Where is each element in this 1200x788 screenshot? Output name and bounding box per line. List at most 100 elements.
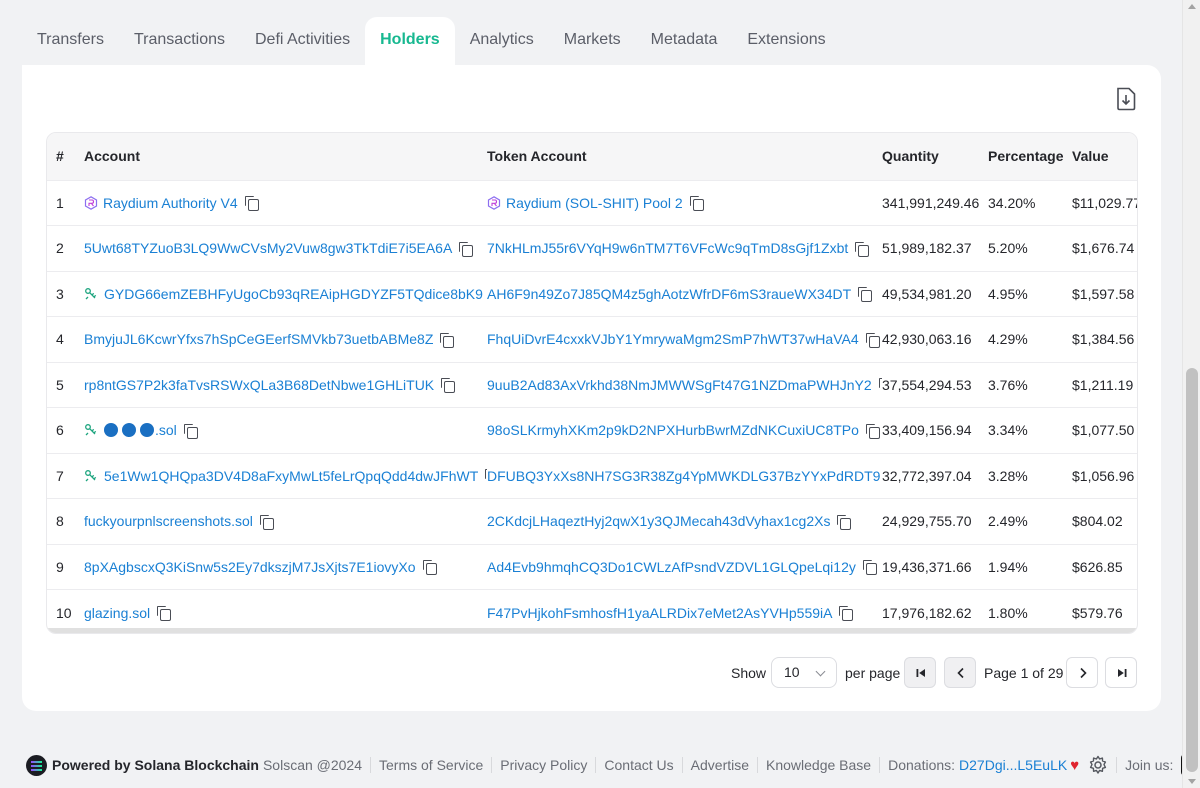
tab-defi-activities[interactable]: Defi Activities	[240, 17, 365, 65]
heart-icon: ♥	[1070, 756, 1080, 774]
value-cell: $1,211.19	[1072, 376, 1134, 393]
table-row: 8 fuckyourpnlscreenshots.sol 2CKdcjLHaqe…	[47, 498, 1137, 545]
percentage-cell: 3.28%	[988, 467, 1028, 484]
token-account-link[interactable]: 2CKdcjLHaqeztHyj2qwX1y3QJMecah43dVyhax1c…	[487, 513, 830, 529]
footer: Powered by Solana Blockchain Solscan @20…	[26, 753, 1200, 777]
rank-cell: 9	[56, 558, 64, 575]
advertise-link[interactable]: Advertise	[691, 757, 749, 773]
tab-extensions[interactable]: Extensions	[732, 17, 840, 65]
account-link[interactable]: glazing.sol	[84, 605, 150, 621]
contact-link[interactable]: Contact Us	[604, 757, 673, 773]
quantity-cell: 33,409,156.94	[882, 422, 972, 439]
percentage-cell: 3.76%	[988, 376, 1028, 393]
header-percentage: Percentage	[988, 148, 1064, 165]
divider	[681, 757, 683, 773]
terms-link[interactable]: Terms of Service	[379, 757, 483, 773]
account-link[interactable]: 5e1Ww1QHQpa3DV4D8aFxyMwLt5feLrQpqQdd4dwJ…	[104, 468, 478, 484]
copy-icon[interactable]	[485, 469, 487, 482]
tab-metadata[interactable]: Metadata	[636, 17, 733, 65]
donations-label: Donations:	[888, 757, 956, 773]
token-account-link[interactable]: 9uuB2Ad83AxVrkhd38NmJMWWSgFt47G1NZDmaPWH…	[487, 377, 872, 393]
quantity-cell: 341,991,249.46	[882, 194, 980, 211]
per-page-select[interactable]: 10	[771, 657, 837, 688]
scroll-down-icon[interactable]	[1188, 779, 1196, 784]
tab-transactions[interactable]: Transactions	[119, 17, 240, 65]
copy-icon[interactable]	[837, 514, 852, 530]
next-page-button[interactable]	[1066, 657, 1098, 688]
token-account-link[interactable]: F47PvHjkohFsmhosfH1yaALRDix7eMet2AsYVHp5…	[487, 605, 832, 621]
copy-icon[interactable]	[865, 332, 880, 348]
token-account-link[interactable]: Ad4Evb9hmqhCQ3Do1CWLzAfPsndVZDVL1GLQpeLq…	[487, 559, 856, 575]
first-page-icon	[916, 669, 925, 677]
token-account-link[interactable]: 98oSLKrmyhXKm2p9kD2NPXHurbBwrMZdNKCuxiUC…	[487, 422, 859, 438]
divider	[491, 757, 493, 773]
per-page-label: per page	[845, 665, 901, 681]
account-link[interactable]: .sol	[155, 422, 177, 438]
tab-markets[interactable]: Markets	[549, 17, 636, 65]
copy-icon[interactable]	[440, 332, 455, 348]
tab-analytics[interactable]: Analytics	[455, 17, 549, 65]
copy-icon[interactable]	[459, 241, 474, 257]
gear-icon[interactable]	[1088, 755, 1108, 775]
account-link[interactable]: BmyjuJL6KcwrYfxs7hSpCeGEerfSMVkb73uetbAB…	[84, 331, 433, 347]
copy-icon[interactable]	[865, 423, 880, 439]
divider	[757, 757, 759, 773]
table-header-row: # Account Token Account Quantity Percent…	[47, 133, 1137, 180]
token-account-link[interactable]: Raydium (SOL-SHIT) Pool 2	[506, 195, 683, 211]
first-page-button[interactable]	[904, 657, 936, 688]
raydium-icon	[84, 195, 98, 210]
copy-icon[interactable]	[183, 423, 198, 439]
rank-cell: 1	[56, 194, 64, 211]
tab-holders[interactable]: Holders	[365, 17, 455, 65]
account-link[interactable]: rp8ntGS7P2k3faTvsRSWxQLa3B68DetNbwe1GHLi…	[84, 377, 434, 393]
copy-icon[interactable]	[858, 287, 873, 303]
knowledge-base-link[interactable]: Knowledge Base	[766, 757, 871, 773]
table-row: 1 Raydium Authority V4 Raydium (SOL-SHIT…	[47, 180, 1137, 226]
copy-icon[interactable]	[157, 606, 172, 621]
account-link[interactable]: fuckyourpnlscreenshots.sol	[84, 513, 253, 529]
token-account-link[interactable]: AH6F9n49Zo7J85QM4z5ghAotzWfrDF6mS3raueWX…	[487, 286, 851, 302]
percentage-cell: 4.95%	[988, 285, 1028, 302]
value-cell: $626.85	[1072, 558, 1123, 575]
copy-icon[interactable]	[422, 560, 437, 576]
previous-page-button[interactable]	[944, 657, 976, 688]
percentage-cell: 3.34%	[988, 422, 1028, 439]
rank-cell: 2	[56, 240, 64, 257]
per-page-value: 10	[784, 664, 800, 680]
rank-cell: 8	[56, 513, 64, 530]
tab-transfers[interactable]: Transfers	[22, 17, 119, 65]
copy-icon[interactable]	[259, 514, 274, 530]
last-page-button[interactable]	[1105, 657, 1137, 688]
vertical-scrollbar[interactable]	[1182, 0, 1200, 788]
label-icon	[85, 469, 97, 482]
download-icon[interactable]	[1115, 87, 1137, 111]
table-horizontal-scrollbar[interactable]	[47, 628, 1137, 633]
value-cell: $1,384.56	[1072, 331, 1135, 348]
copy-icon[interactable]	[441, 378, 456, 394]
percentage-cell: 4.29%	[988, 331, 1028, 348]
chevron-left-icon	[957, 667, 964, 679]
label-icon	[85, 287, 97, 300]
percentage-cell: 34.20%	[988, 194, 1036, 211]
account-link[interactable]: 5Uwt68TYZuoB3LQ9WwCVsMy2Vuw8gw3TkTdiE7i5…	[84, 240, 452, 256]
account-link[interactable]: Raydium Authority V4	[103, 195, 238, 211]
copy-icon[interactable]	[862, 560, 877, 576]
account-link[interactable]: GYDG66emZEBHFyUgoCb93qREAipHGDYZF5TQdice…	[104, 286, 483, 302]
privacy-link[interactable]: Privacy Policy	[500, 757, 587, 773]
copy-icon[interactable]	[244, 196, 259, 212]
token-account-link[interactable]: FhqUiDvrE4cxxkVJbY1YmrywaMgm2SmP7hWT37wH…	[487, 331, 859, 347]
scroll-up-icon[interactable]	[1188, 4, 1196, 9]
copy-icon[interactable]	[878, 378, 882, 394]
dots-emoji	[104, 423, 154, 438]
token-account-link[interactable]: DFUBQ3YxXs8NH7SG3R38Zg4YpMWKDLG37BzYYxPd…	[487, 468, 880, 484]
token-account-link[interactable]: 7NkHLmJ55r6VYqH9w6nTM7T6VFcWc9qTmD8sGjf1…	[487, 240, 848, 256]
chevron-down-icon	[815, 666, 826, 677]
copy-icon[interactable]	[839, 606, 854, 621]
copy-icon[interactable]	[855, 241, 870, 257]
copy-icon[interactable]	[689, 196, 704, 212]
donations-address-link[interactable]: D27Dgi...L5EuLK	[959, 757, 1067, 773]
quantity-cell: 24,929,755.70	[882, 513, 972, 530]
scroll-thumb[interactable]	[1186, 368, 1198, 772]
table-row: 4 BmyjuJL6KcwrYfxs7hSpCeGEerfSMVkb73uetb…	[47, 316, 1137, 363]
account-link[interactable]: 8pXAgbscxQ3KiSnw5s2Ey7dkszjM7JsXjts7E1io…	[84, 559, 416, 575]
